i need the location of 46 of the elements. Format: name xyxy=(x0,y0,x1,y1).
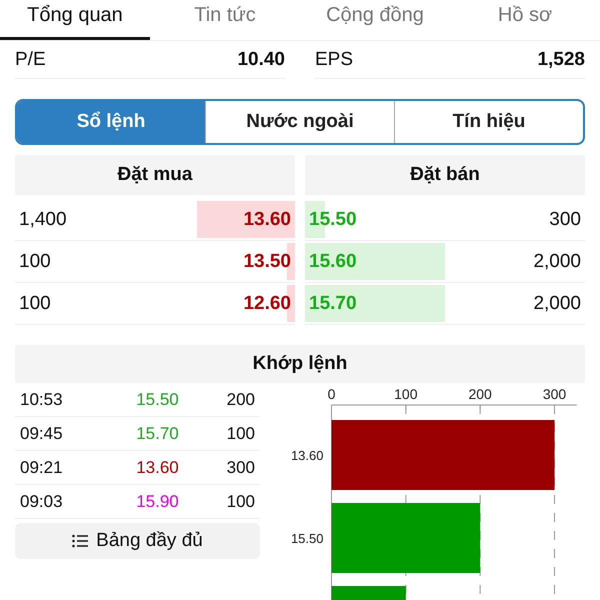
trade-volume: 100 xyxy=(226,424,255,444)
tab[interactable]: Cộng đồng xyxy=(300,0,450,40)
list-icon xyxy=(72,534,88,548)
segment-tab[interactable]: Sổ lệnh xyxy=(17,101,205,143)
trade-price: 15.70 xyxy=(135,424,180,444)
bid-volume: 100 xyxy=(19,250,51,272)
stat-label: P/E xyxy=(15,48,46,70)
tick-label: 300 xyxy=(542,386,566,402)
bid-price: 13.60 xyxy=(243,208,291,230)
bid-volume: 1,400 xyxy=(19,208,67,230)
ask-volume: 300 xyxy=(549,208,581,230)
segment-tab[interactable]: Nước ngoài xyxy=(205,101,394,143)
ask-price: 15.50 xyxy=(309,208,357,230)
trade-volume: 100 xyxy=(226,492,255,512)
trade-volume: 200 xyxy=(226,390,255,410)
segment-tab[interactable]: Tín hiệu xyxy=(394,101,583,143)
tick-label: 0 xyxy=(328,386,336,402)
trade-time: 09:21 xyxy=(20,458,64,478)
trade-price: 15.90 xyxy=(135,492,180,512)
trade-time: 09:45 xyxy=(20,424,64,444)
tick-label: 100 xyxy=(394,386,418,402)
ask-volume: 2,000 xyxy=(533,292,581,314)
bid-price: 12.60 xyxy=(243,292,291,314)
stat-value: 1,528 xyxy=(537,48,585,70)
tick-label: 200 xyxy=(468,386,492,402)
stat-value: 10.40 xyxy=(237,48,285,70)
stat-label: EPS xyxy=(315,48,354,70)
category-label: 13.60 xyxy=(290,448,324,463)
bid-volume: 100 xyxy=(19,292,51,314)
ask-price: 15.60 xyxy=(309,250,357,272)
ask-price: 15.70 xyxy=(309,292,357,314)
tab[interactable]: Hồ sơ xyxy=(450,0,600,40)
column-header: Đặt mua xyxy=(15,155,295,195)
trade-price: 13.60 xyxy=(135,458,180,478)
trade-price: 15.50 xyxy=(135,390,180,410)
bid-price: 13.50 xyxy=(243,250,291,272)
trade-volume: 300 xyxy=(226,458,255,478)
tab[interactable]: Tin tức xyxy=(150,0,300,40)
tab[interactable]: Tổng quan xyxy=(0,0,150,40)
ask-volume: 2,000 xyxy=(533,250,581,272)
column-header: Đặt bán xyxy=(305,155,585,195)
trade-time: 09:03 xyxy=(20,492,64,512)
full-table-button[interactable]: Bảng đầy đủ xyxy=(15,523,260,559)
category-label: 15.50 xyxy=(290,531,324,546)
trade-time: 10:53 xyxy=(20,390,64,410)
section-header: Khớp lệnh xyxy=(15,345,585,383)
